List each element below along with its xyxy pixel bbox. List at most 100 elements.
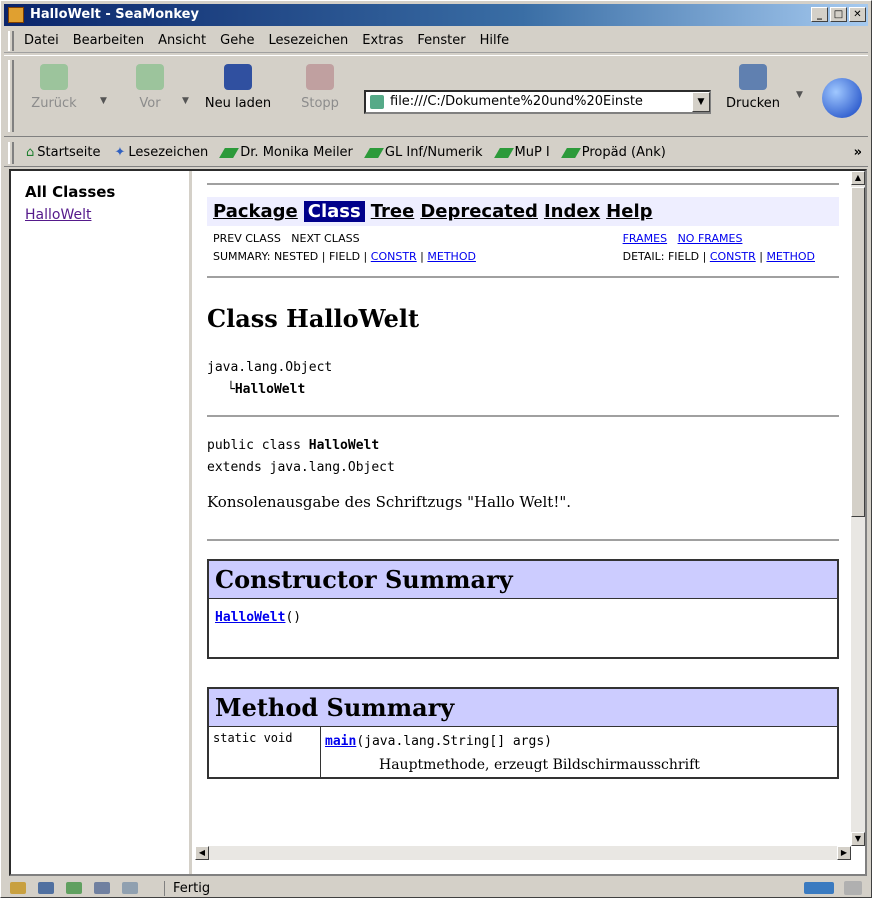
detail-prefix: DETAIL: FIELD | [622,250,710,263]
navigator-icon[interactable] [10,882,26,894]
printer-icon [739,64,767,90]
constructor-link[interactable]: HalloWelt [215,610,285,625]
menu-bearbeiten[interactable]: Bearbeiten [73,33,144,48]
bookmark-propaed[interactable]: Propäd (Ank) [560,145,666,160]
menu-ansicht[interactable]: Ansicht [158,33,206,48]
print-button[interactable]: Drucken [720,64,786,111]
nav-tree-link[interactable]: Tree [371,201,415,222]
frames-link[interactable]: FRAMES [623,232,667,245]
minimize-button[interactable]: _ [811,7,828,22]
scroll-thumb[interactable] [851,187,865,517]
class-list-frame: All Classes HalloWelt [11,171,192,874]
bookmark-label: GL Inf/Numerik [384,145,483,160]
seamonkey-throbber-icon[interactable] [822,78,862,118]
menu-gehe[interactable]: Gehe [220,33,254,48]
back-arrow-icon [40,64,68,90]
menu-lesezeichen[interactable]: Lesezeichen [268,33,348,48]
bookmark-meiler[interactable]: Dr. Monika Meiler [219,145,353,160]
stop-button[interactable]: Stopp [292,64,348,111]
address-book-icon[interactable] [94,882,110,894]
method-summary-table: Method Summary static void main(java.lan… [207,687,839,779]
bookmark-label: Lesezeichen [128,145,209,160]
window-title: HalloWelt - SeaMonkey [30,7,199,22]
menu-extras[interactable]: Extras [362,33,403,48]
divider [207,183,839,185]
back-dropdown-icon[interactable]: ▼ [100,96,107,106]
toolbar-grip-icon[interactable] [8,31,14,51]
nav-index-link[interactable]: Index [544,201,600,222]
page-icon [370,95,384,109]
scroll-up-icon[interactable]: ▲ [851,171,865,185]
url-text: file:///C:/Dokumente%20und%20Einste [390,94,643,109]
bookmark-label: MuP I [514,145,550,160]
detail-method-link[interactable]: METHOD [766,250,815,263]
method-main-link[interactable]: main [325,734,356,749]
divider [207,276,839,278]
class-link-hallowelt[interactable]: HalloWelt [25,207,175,223]
nav-help-link[interactable]: Help [606,201,652,222]
composer-icon[interactable] [66,882,82,894]
scroll-right-icon[interactable]: ▶ [837,846,851,860]
decl-name: HalloWelt [308,438,380,453]
url-input[interactable]: file:///C:/Dokumente%20und%20Einste [364,90,711,114]
bookmark-label: Startseite [37,145,101,160]
forward-button[interactable]: Vor [122,64,178,111]
bookmark-icon [560,147,581,158]
reload-button[interactable]: Neu laden [202,64,274,111]
class-doc-frame: Package Class Tree Deprecated Index Help… [195,171,851,846]
status-text: Fertig [164,880,210,896]
bookmark-icon [219,147,240,158]
constructor-summary-table: Constructor Summary HalloWelt() [207,559,839,659]
irc-chat-icon[interactable] [122,882,138,894]
method-modifier: static void [209,727,321,777]
bookmark-gl-inf[interactable]: GL Inf/Numerik [364,145,483,160]
hierarchy-parent: java.lang.Object [207,360,333,375]
nav-package-link[interactable]: Package [213,201,298,222]
forward-dropdown-icon[interactable]: ▼ [182,96,189,106]
all-classes-heading: All Classes [25,183,116,201]
decl-prefix: public class [207,438,309,453]
url-dropdown-button[interactable]: ▼ [692,92,710,112]
mail-icon[interactable] [38,882,54,894]
constructor-summary-heading: Constructor Summary [209,561,837,599]
bookmark-mup[interactable]: MuP I [493,145,550,160]
more-bookmarks-chevron-icon[interactable]: » [854,145,862,160]
menu-datei[interactable]: Datei [24,33,59,48]
back-label: Zurück [31,96,77,111]
scroll-down-icon[interactable]: ▼ [851,832,865,846]
menu-fenster[interactable]: Fenster [417,33,465,48]
close-button[interactable]: ✕ [849,7,866,22]
summary-constr-link[interactable]: CONSTR [371,250,417,263]
method-summary-heading: Method Summary [209,689,837,727]
toolbar-grip-icon[interactable] [8,142,14,164]
back-button[interactable]: Zurück [26,64,82,111]
forward-arrow-icon [136,64,164,90]
detail-constr-link[interactable]: CONSTR [710,250,756,263]
maximize-button[interactable]: □ [830,7,847,22]
method-description: Hauptmethode, erzeugt Bildschirmausschri… [379,757,700,773]
browser-window: HalloWelt - SeaMonkey _ □ ✕ Datei Bearbe… [0,0,872,898]
toolbar-grip-icon[interactable] [8,60,14,132]
security-lock-icon[interactable] [844,881,862,895]
constructor-row: HalloWelt() [209,599,837,657]
summary-method-link[interactable]: METHOD [427,250,476,263]
title-bar: HalloWelt - SeaMonkey _ □ ✕ [4,4,868,26]
nav-class-current: Class [303,201,365,222]
print-dropdown-icon[interactable]: ▼ [796,90,803,100]
bookmark-icon [364,147,384,158]
class-title: Class HalloWelt [207,304,420,333]
online-connection-icon[interactable] [804,882,834,894]
vertical-scrollbar[interactable]: ▲ ▼ [851,171,865,846]
bookmark-lesezeichen[interactable]: ✦ Lesezeichen [115,145,209,160]
horizontal-scrollbar[interactable]: ◀ ▶ [195,846,851,860]
scroll-left-icon[interactable]: ◀ [195,846,209,860]
prev-next-class: PREV CLASS NEXT CLASS [213,232,360,245]
bookmark-icon [493,147,514,158]
method-row: static void main(java.lang.String[] args… [209,727,837,777]
forward-label: Vor [139,96,161,111]
sub-navigation: PREV CLASS NEXT CLASS SUMMARY: NESTED | … [207,230,839,266]
nav-deprecated-link[interactable]: Deprecated [420,201,538,222]
no-frames-link[interactable]: NO FRAMES [678,232,743,245]
bookmark-startseite[interactable]: ⌂ Startseite [26,145,101,160]
menu-hilfe[interactable]: Hilfe [480,33,510,48]
